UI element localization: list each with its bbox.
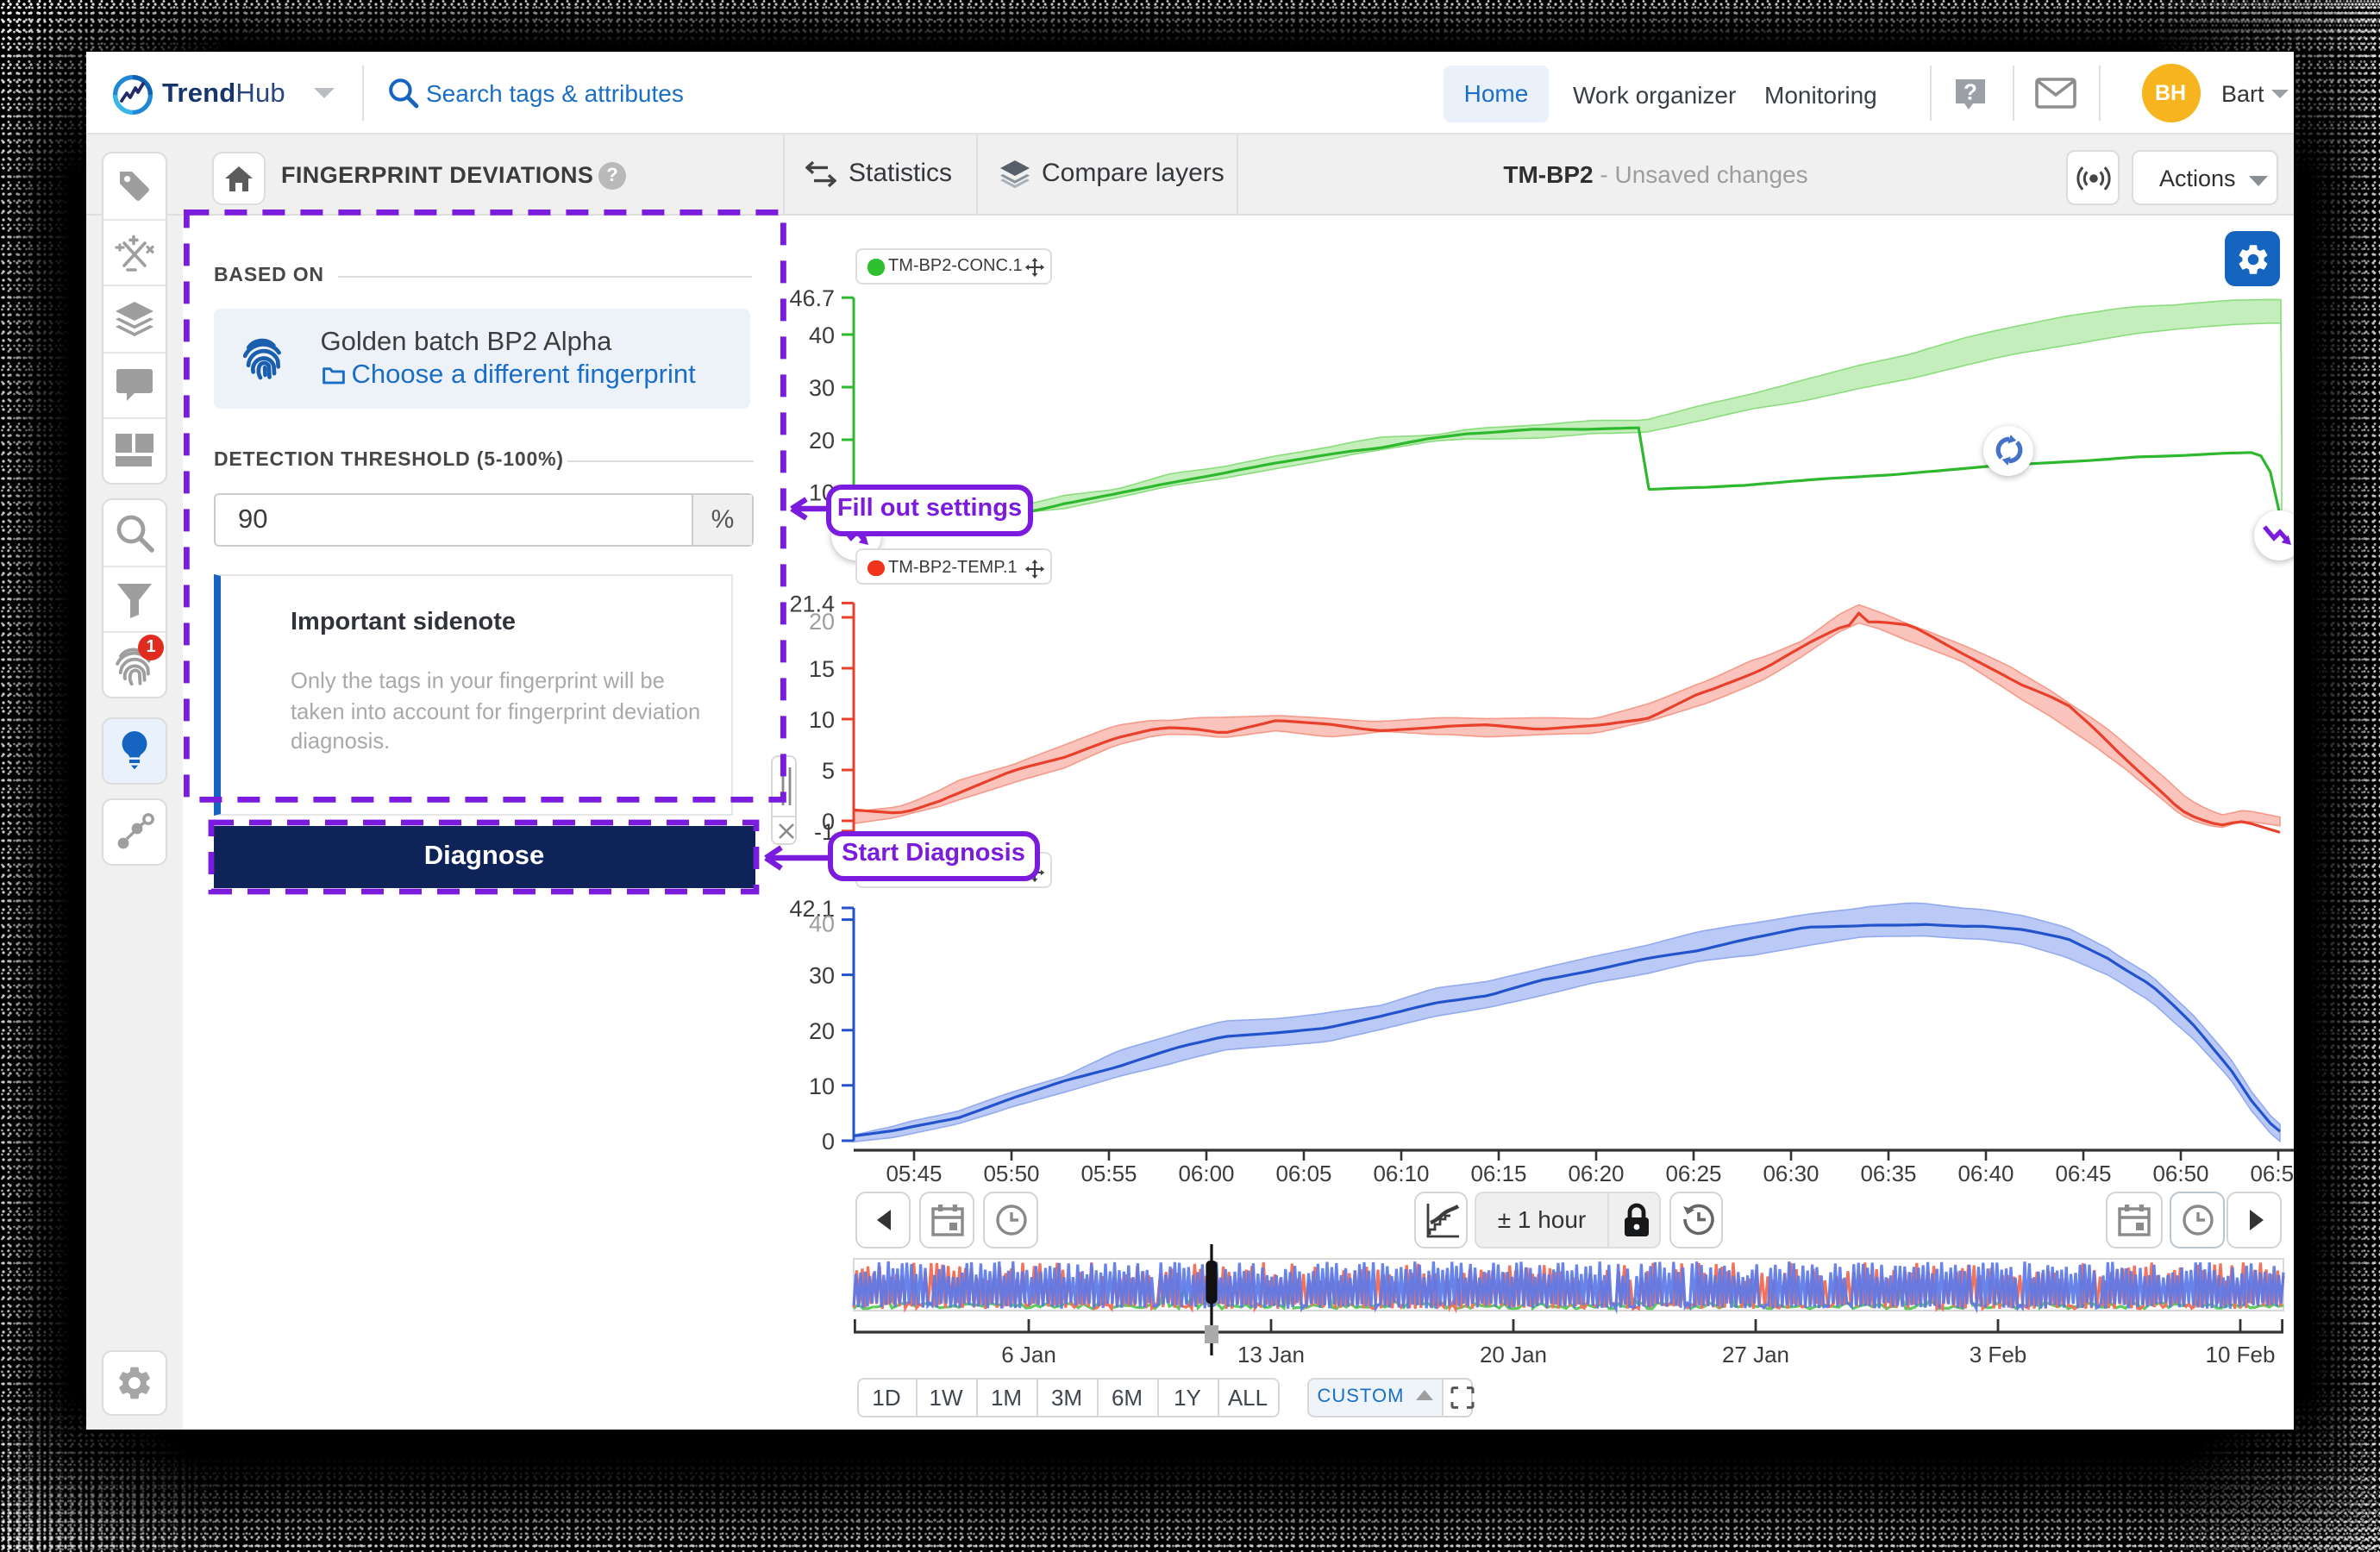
- svg-text:?: ?: [1964, 79, 1977, 105]
